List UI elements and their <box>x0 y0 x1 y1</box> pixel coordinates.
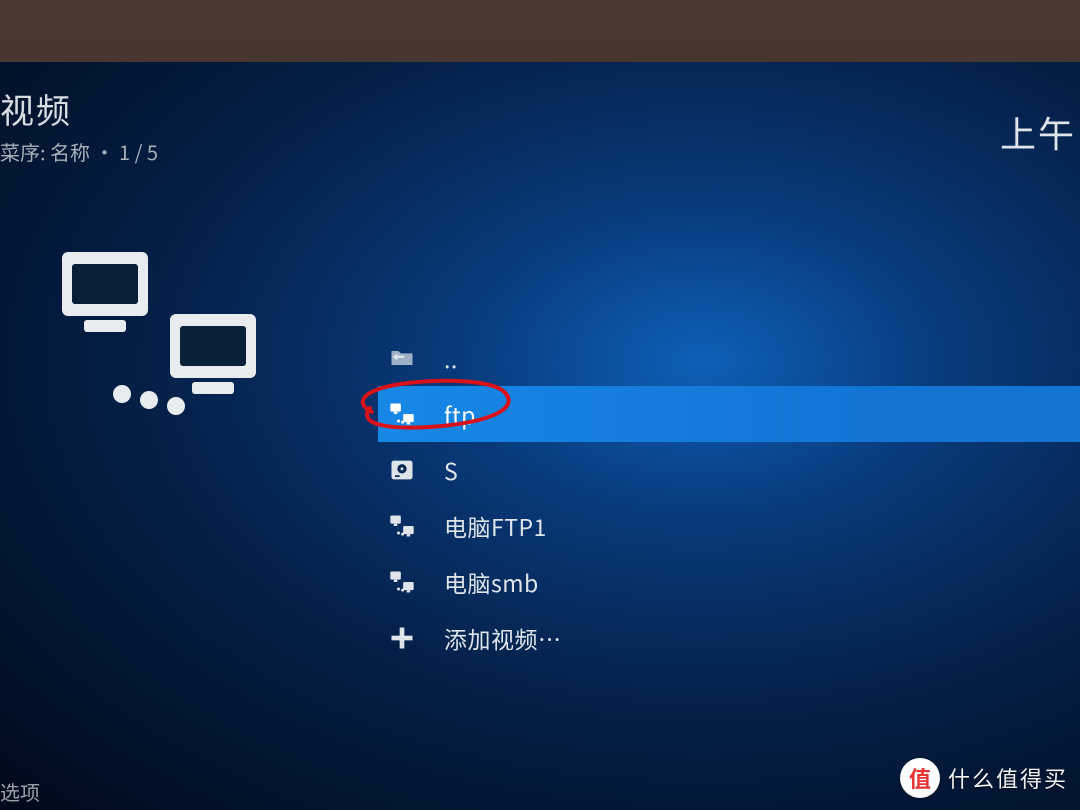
network-large-icon <box>52 242 272 442</box>
page-title: 视频 <box>0 84 158 133</box>
sort-indicator: 菜序: 名称 • 1 / 5 <box>0 137 158 166</box>
list-item-label: 添加视频… <box>444 621 562 655</box>
list-item-s[interactable]: S <box>378 442 1080 498</box>
tv-screen: 视频 菜序: 名称 • 1 / 5 上午 <box>0 62 1080 810</box>
network-icon <box>388 400 416 428</box>
list-item-label: ftp <box>444 397 476 431</box>
plus-icon <box>388 624 416 652</box>
list-item-label: .. <box>444 341 458 375</box>
list-item-ftp[interactable]: ftp <box>378 386 1080 442</box>
network-icon <box>388 512 416 540</box>
source-list: .. ftp S 电脑FTP1 <box>378 330 1080 666</box>
network-icon <box>388 568 416 596</box>
list-item-add-video[interactable]: 添加视频… <box>378 610 1080 666</box>
disk-icon <box>388 456 416 484</box>
photo-background: 视频 菜序: 名称 • 1 / 5 上午 <box>0 0 1080 810</box>
list-item-ftp1[interactable]: 电脑FTP1 <box>378 498 1080 554</box>
folder-up-icon <box>388 344 416 372</box>
options-label[interactable]: 选项 <box>0 777 40 806</box>
list-item-parent[interactable]: .. <box>378 330 1080 386</box>
list-item-label: 电脑smb <box>444 565 539 599</box>
clock-label: 上午 <box>1000 106 1076 158</box>
list-item-label: S <box>444 453 458 487</box>
list-item-smb[interactable]: 电脑smb <box>378 554 1080 610</box>
header: 视频 菜序: 名称 • 1 / 5 <box>0 84 158 166</box>
list-item-label: 电脑FTP1 <box>444 509 547 543</box>
